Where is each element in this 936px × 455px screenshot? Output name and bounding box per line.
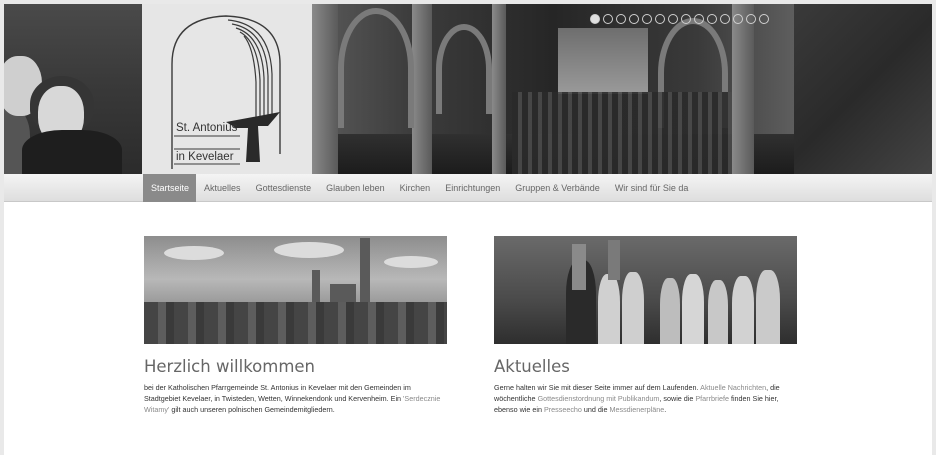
welcome-text: bei der Katholischen Pfarrgemeinde St. A… <box>144 383 441 414</box>
nav-item-gruppen-verbaende[interactable]: Gruppen & Verbände <box>507 174 607 202</box>
news-teaser: Aktuelles Gerne halten wir Sie mit diese… <box>494 236 797 415</box>
pfarrbriefe-link[interactable]: Pfarrbriefe <box>695 394 729 403</box>
nav-item-einrichtungen[interactable]: Einrichtungen <box>437 174 507 202</box>
slider-dot-icon[interactable] <box>655 14 665 24</box>
slider-dot-icon[interactable] <box>733 14 743 24</box>
slider-dot-icon[interactable] <box>629 14 639 24</box>
header-photo-right <box>794 4 932 174</box>
slider-dot-icon[interactable] <box>668 14 678 24</box>
page: St. Antonius in Kevelaer Startseite Aktu… <box>4 4 932 455</box>
logo-text-line1: St. Antonius <box>176 122 238 134</box>
nav-item-kirchen[interactable]: Kirchen <box>392 174 438 202</box>
slider-pagination <box>590 14 769 26</box>
news-title: Aktuelles <box>494 357 570 376</box>
welcome-title: Herzlich willkommen <box>144 357 316 376</box>
slider-dot-icon[interactable] <box>720 14 730 24</box>
header-photo-people <box>4 4 142 174</box>
slider-dot-icon[interactable] <box>759 14 769 24</box>
slider-dot-icon[interactable] <box>616 14 626 24</box>
slider-dot-icon[interactable] <box>681 14 691 24</box>
presseecho-link[interactable]: Presseecho <box>544 405 582 414</box>
slider-dot-icon[interactable] <box>590 14 600 24</box>
logo-text-line2: in Kevelaer <box>176 151 234 163</box>
slider-dot-icon[interactable] <box>694 14 704 24</box>
slider-dot-icon[interactable] <box>642 14 652 24</box>
header-banner: St. Antonius in Kevelaer <box>4 4 932 174</box>
nav-item-wir-sind-fuer-sie-da[interactable]: Wir sind für Sie da <box>607 174 696 202</box>
news-text: Gerne halten wir Sie mit dieser Seite im… <box>494 383 780 414</box>
slider-dot-icon[interactable] <box>707 14 717 24</box>
site-logo[interactable]: St. Antonius in Kevelaer <box>142 4 312 174</box>
procession-image[interactable] <box>494 236 797 344</box>
gottesdienstordnung-link[interactable]: Gottesdienstordnung mit Publikandum <box>538 394 660 403</box>
slider-dot-icon[interactable] <box>746 14 756 24</box>
tau-cross-logo-icon <box>171 15 281 169</box>
nav-item-glauben-leben[interactable]: Glauben leben <box>318 174 392 202</box>
welcome-teaser: Herzlich willkommen bei der Katholischen… <box>144 236 447 415</box>
slider-dot-icon[interactable] <box>603 14 613 24</box>
header-photo-church-interior <box>312 4 794 174</box>
nav-item-aktuelles[interactable]: Aktuelles <box>196 174 248 202</box>
main-navigation: Startseite Aktuelles Gottesdienste Glaub… <box>4 174 932 202</box>
messdienerplaene-link[interactable]: Messdienerpläne <box>610 405 665 414</box>
aktuelle-nachrichten-link[interactable]: Aktuelle Nachrichten <box>700 383 766 392</box>
town-skyline-image[interactable] <box>144 236 447 344</box>
nav-item-gottesdienste[interactable]: Gottesdienste <box>248 174 319 202</box>
nav-item-startseite[interactable]: Startseite <box>143 174 197 202</box>
